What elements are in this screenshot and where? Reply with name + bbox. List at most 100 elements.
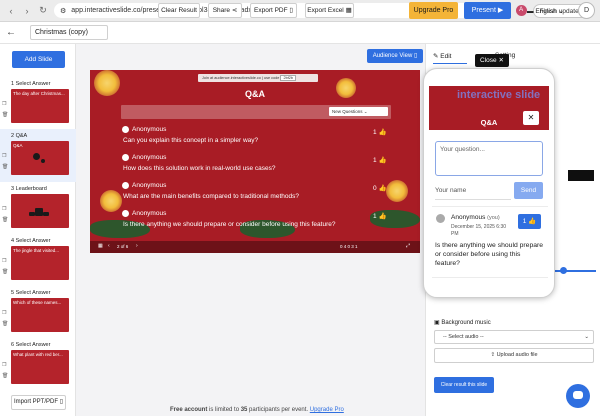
close-icon[interactable]: ✕ (523, 111, 539, 125)
site-info-icon[interactable]: ⚙ (60, 7, 66, 15)
upload-audio-button[interactable]: ⇪ Upload audio file (434, 348, 594, 363)
trash-icon[interactable]: 🗑 (2, 164, 8, 170)
language-selector[interactable]: ▬ English ⌄ (527, 7, 564, 15)
join-code: 2bf2b (280, 75, 296, 81)
clear-result-button[interactable]: Clear Result (158, 3, 200, 18)
slide-thumb-6[interactable]: What plant with red ber... (11, 350, 69, 384)
upload-icon: ⇪ (490, 352, 496, 358)
question-text: Is there anything we should prepare or c… (123, 221, 336, 228)
forward-nav-icon[interactable]: › (22, 6, 32, 16)
slider-knob[interactable] (560, 267, 567, 274)
clear-slide-result-button[interactable]: Clear result this slide (434, 377, 494, 393)
duplicate-icon[interactable]: ❐ (2, 153, 6, 159)
slide-thumb-1[interactable]: The day after Christmas... (11, 89, 69, 123)
avatar (122, 182, 129, 189)
question-item: Anonymous How does this solution work in… (122, 152, 392, 176)
close-preview-button[interactable]: Close ✕ (475, 54, 509, 67)
slide-thumb-4[interactable]: The jingle that visited... (11, 246, 69, 280)
export-pdf-button[interactable]: Export PDF ▯ (250, 3, 297, 18)
prev-icon[interactable]: ‹ (108, 243, 110, 249)
presentation-title-input[interactable]: Christmas (copy) (30, 25, 108, 40)
close-chip-label: Close (480, 57, 497, 64)
slide-sidebar: Add Slide 1 Select Answer The day after … (0, 44, 76, 416)
slide-label-3: 3 Leaderboard (11, 186, 47, 192)
slide-thumb-text: Which of these names... (13, 300, 62, 305)
spreadsheet-icon: ▦ (345, 7, 352, 14)
upgrade-pro-button[interactable]: Upgrade Pro (409, 2, 458, 19)
question-author: Anonymous (132, 210, 167, 217)
slide-thumb-text: Q&A (13, 143, 23, 148)
trash-icon[interactable]: 🗑 (2, 112, 8, 118)
audience-view-button[interactable]: Audience View ▯ (367, 49, 423, 63)
vote-number: 0 (373, 185, 377, 192)
slide-label-6: 6 Select Answer (11, 342, 51, 348)
present-label: Present (471, 7, 496, 14)
send-button[interactable]: Send (514, 182, 543, 199)
question-input[interactable]: Your question... (435, 141, 543, 176)
share-label: Share (212, 7, 231, 14)
back-arrow-icon[interactable]: ← (6, 27, 20, 38)
chevron-down-icon: ⌄ (558, 8, 564, 15)
export-excel-label: Export Excel (307, 7, 344, 14)
present-button[interactable]: Present ▶ (464, 2, 511, 19)
vote-count: 1 👍 (373, 156, 387, 164)
post-question-text: Is there anything we should prepare or c… (435, 242, 544, 267)
trash-icon[interactable]: 🗑 (2, 217, 8, 223)
trash-icon[interactable]: 🗑 (2, 321, 8, 327)
import-ppt-button[interactable]: Import PPT/PDF ▯ (11, 395, 66, 410)
vote-number: 1 (373, 129, 377, 136)
vote-count: 1 👍 (373, 128, 387, 136)
divider (432, 206, 548, 207)
export-excel-button[interactable]: Export Excel ▦ (305, 3, 354, 18)
question-text: How does this solution work in real-worl… (123, 165, 276, 172)
join-text: Join at audience.interactiveslide.co | u… (202, 76, 280, 80)
add-slide-button[interactable]: Add Slide (12, 51, 65, 68)
select-audio-text: -- Select audio -- (443, 334, 484, 340)
slide-thumb-5[interactable]: Which of these names... (11, 298, 69, 332)
free-account-note: Free account is limited to 35 participan… (170, 407, 344, 413)
slide-thumb-text: What plant with red ber... (13, 352, 63, 357)
trash-icon[interactable]: 🗑 (2, 373, 8, 379)
tab-edit[interactable]: ✎ Edit (433, 52, 451, 60)
upvote-count: 1 (522, 218, 527, 225)
chevron-down-icon: ⌄ (584, 334, 589, 340)
question-author: Anonymous (132, 182, 167, 189)
reload-icon[interactable]: ↻ (38, 5, 48, 16)
audio-select[interactable]: -- Select audio -- ⌄ (434, 330, 594, 344)
upgrade-pro-link[interactable]: Upgrade Pro (310, 407, 344, 413)
name-input[interactable]: Your name (435, 183, 511, 200)
slide-thumb-3[interactable] (11, 194, 69, 228)
next-icon[interactable]: › (136, 243, 138, 249)
browser-profile-avatar[interactable]: A (515, 5, 527, 16)
app-header: ← Christmas (copy) (0, 22, 600, 44)
slide-thumb-2[interactable]: Q&A (11, 141, 69, 175)
color-swatch[interactable] (568, 170, 594, 181)
fullscreen-icon[interactable]: ⤢ (406, 243, 410, 249)
duplicate-icon[interactable]: ❐ (2, 101, 6, 107)
question-filter-select[interactable]: New Questions ⌄ (329, 107, 388, 116)
vote-count: 1 👍 (373, 212, 387, 220)
share-button[interactable]: Share ⋖ (208, 3, 242, 18)
slide-label-2: 2 Q&A (11, 133, 28, 139)
user-avatar[interactable]: D (578, 2, 595, 19)
slide-canvas[interactable]: Join at audience.interactiveslide.co | u… (90, 70, 420, 253)
duplicate-icon[interactable]: ❐ (2, 310, 6, 316)
duplicate-icon[interactable]: ❐ (2, 258, 6, 264)
slide-thumb-text: The jingle that visited... (13, 248, 60, 253)
post-timestamp: December 15, 2025 6:30 PM (451, 224, 507, 237)
clear-result-label: Clear Result (161, 7, 197, 14)
close-icon: ✕ (498, 57, 504, 64)
slider-track[interactable] (548, 270, 596, 272)
duplicate-icon[interactable]: ❐ (2, 206, 6, 212)
duplicate-icon[interactable]: ❐ (2, 362, 6, 368)
chat-bubble-icon[interactable] (566, 384, 590, 408)
question-text: What are the main benefits compared to t… (123, 193, 299, 200)
slide-thumb-text: The day after Christmas... (13, 91, 65, 96)
thumbs-up-icon: 👍 (528, 218, 537, 225)
back-nav-icon[interactable]: ‹ (6, 6, 16, 16)
trash-icon[interactable]: 🗑 (2, 269, 8, 275)
grid-icon[interactable]: ▦ (98, 243, 103, 249)
upvote-button[interactable]: 1 👍 (518, 214, 541, 229)
vote-count: 0 👍 (373, 184, 387, 192)
language-label: English (535, 8, 557, 15)
